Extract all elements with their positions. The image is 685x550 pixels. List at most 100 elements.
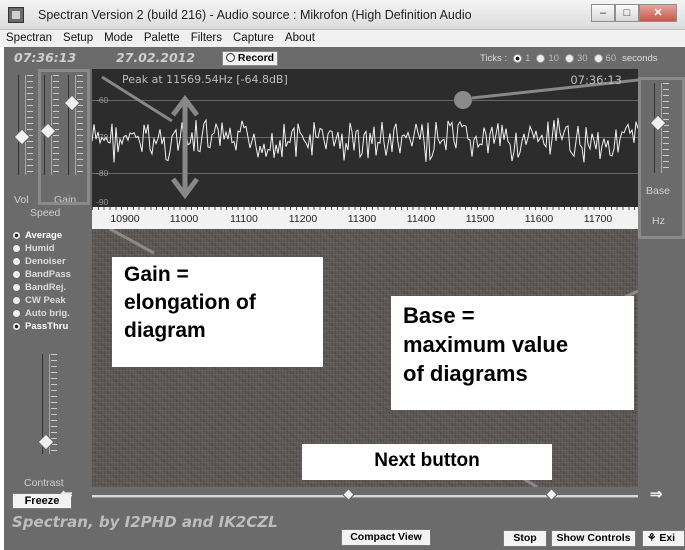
vol-label: Vol [14, 194, 29, 206]
speed-label: Speed [30, 207, 61, 219]
next-annotation-text: Next button [374, 450, 480, 471]
filter-cw-peak[interactable]: CW Peak [12, 294, 71, 306]
maximize-button[interactable]: □ [615, 4, 639, 22]
exit-label: Exi [659, 532, 676, 544]
filter-label: PassThru [25, 320, 69, 332]
contrast-label: Contrast [24, 477, 64, 489]
freq-label: 11100 [230, 213, 258, 225]
frequency-axis: 10900 11000 11100 11200 11300 11400 1150… [92, 207, 638, 229]
freq-label: 11200 [288, 213, 318, 225]
freq-label: 11400 [406, 213, 436, 225]
menu-capture[interactable]: Capture [227, 30, 279, 47]
menu-mode[interactable]: Mode [98, 30, 138, 47]
tick-option-30[interactable]: 30 [564, 53, 588, 64]
filter-list: Average Humid Denoiser BandPass BandRej.… [12, 229, 71, 333]
base-highlight-box [638, 77, 685, 239]
clock-time: 07:36:13 [14, 50, 77, 65]
record-label: Record [237, 52, 275, 64]
ticks-selector: Ticks : 1 10 30 60 seconds [480, 53, 658, 64]
base-annotation-line: maximum value [403, 332, 569, 357]
ticks-label: Ticks : [480, 53, 508, 64]
filter-humid[interactable]: Humid [12, 242, 71, 254]
gain-annotation-line: Gain = [124, 263, 189, 286]
filter-label: Humid [25, 242, 55, 254]
next-button-annotation: Next button [302, 444, 552, 480]
title-bar: Spectran Version 2 (build 216) - Audio s… [0, 0, 685, 30]
radio-icon [12, 256, 21, 266]
freq-label: 11000 [169, 213, 199, 225]
freq-label: 11500 [465, 213, 495, 225]
gain-highlight-box [38, 69, 90, 205]
gain-annotation-line: diagram [124, 319, 206, 342]
spectrum-graph: -60 -70 -80 -90 Peak at 11569.54Hz [-64.… [92, 69, 638, 207]
filter-label: BandRej. [25, 281, 67, 293]
menu-about[interactable]: About [279, 30, 320, 47]
left-arrow-icon[interactable]: ⇐ [60, 485, 73, 503]
close-button[interactable]: ✕ [639, 4, 677, 22]
radio-icon [593, 54, 603, 63]
menu-palette[interactable]: Palette [138, 30, 185, 47]
vol-slider[interactable] [13, 75, 33, 175]
tick-option-1[interactable]: 1 [513, 53, 530, 64]
filter-bandpass[interactable]: BandPass [12, 268, 71, 280]
scroll-thumb-center[interactable] [342, 488, 355, 501]
filter-auto-brig[interactable]: Auto brig. [12, 307, 71, 319]
window-controls: – □ ✕ [591, 4, 677, 22]
right-arrow-icon[interactable]: ⇒ [650, 485, 663, 503]
scroll-thumb-right[interactable] [545, 488, 558, 501]
freq-label: 11700 [583, 213, 613, 225]
record-button[interactable]: Record [222, 51, 278, 66]
app-icon [8, 7, 24, 23]
radio-selected-icon [513, 54, 523, 63]
compact-view-button[interactable]: Compact View [341, 529, 431, 546]
filter-label: Denoiser [25, 255, 66, 267]
radio-icon [536, 54, 546, 63]
menu-bar: Spectran Setup Mode Palette Filters Capt… [0, 30, 685, 47]
exit-icon: ⚘ [647, 532, 657, 544]
contrast-slider[interactable] [37, 354, 57, 454]
tick-option-60[interactable]: 60 [593, 53, 617, 64]
gain-annotation: Gain = elongation of diagram [112, 257, 323, 367]
record-icon [225, 53, 235, 62]
graph-clock: 07:36:13 [570, 73, 622, 87]
credit-text: Spectran, by I2PHD and IK2CZL [12, 513, 278, 531]
radio-icon [12, 269, 21, 279]
radio-icon [564, 54, 574, 63]
window-title: Spectran Version 2 (build 216) - Audio s… [38, 8, 472, 22]
menu-spectran[interactable]: Spectran [0, 30, 57, 47]
radio-icon [12, 282, 21, 292]
freq-label: 11600 [524, 213, 554, 225]
menu-filters[interactable]: Filters [185, 30, 227, 47]
filter-bandrej[interactable]: BandRej. [12, 281, 71, 293]
seconds-label: seconds [622, 53, 658, 64]
clock-date: 27.02.2012 [116, 50, 196, 65]
exit-button[interactable]: ⚘ Exi [642, 530, 685, 547]
radio-icon [12, 308, 21, 318]
filter-denoiser[interactable]: Denoiser [12, 255, 71, 267]
menu-setup[interactable]: Setup [57, 30, 98, 47]
minimize-button[interactable]: – [591, 4, 615, 22]
slider-ticks [27, 75, 33, 175]
peak-readout: Peak at 11569.54Hz [-64.8dB] [122, 73, 288, 86]
spectrum-trace [92, 75, 638, 200]
filter-average[interactable]: Average [12, 229, 71, 241]
frequency-scroll-slider[interactable] [92, 488, 638, 501]
tick-option-label: 30 [576, 53, 588, 64]
filter-label: Auto brig. [25, 307, 70, 319]
filter-label: BandPass [25, 268, 71, 280]
radio-icon [12, 295, 21, 305]
stop-button[interactable]: Stop [503, 530, 547, 547]
tick-option-10[interactable]: 10 [536, 53, 559, 64]
radio-selected-icon [12, 321, 21, 331]
base-annotation: Base = maximum value of diagrams [391, 296, 634, 410]
filter-label: CW Peak [25, 294, 66, 306]
freq-label: 11300 [347, 213, 377, 225]
radio-icon [12, 243, 21, 253]
show-controls-button[interactable]: Show Controls [551, 530, 636, 547]
radio-selected-icon [12, 230, 21, 240]
top-status-bar: 07:36:13 27.02.2012 Record Ticks : 1 10 … [4, 47, 685, 69]
base-annotation-line: Base = [403, 303, 475, 328]
tick-option-label: 60 [605, 53, 617, 64]
base-annotation-line: of diagrams [403, 361, 528, 386]
filter-passthru[interactable]: PassThru [12, 320, 71, 332]
